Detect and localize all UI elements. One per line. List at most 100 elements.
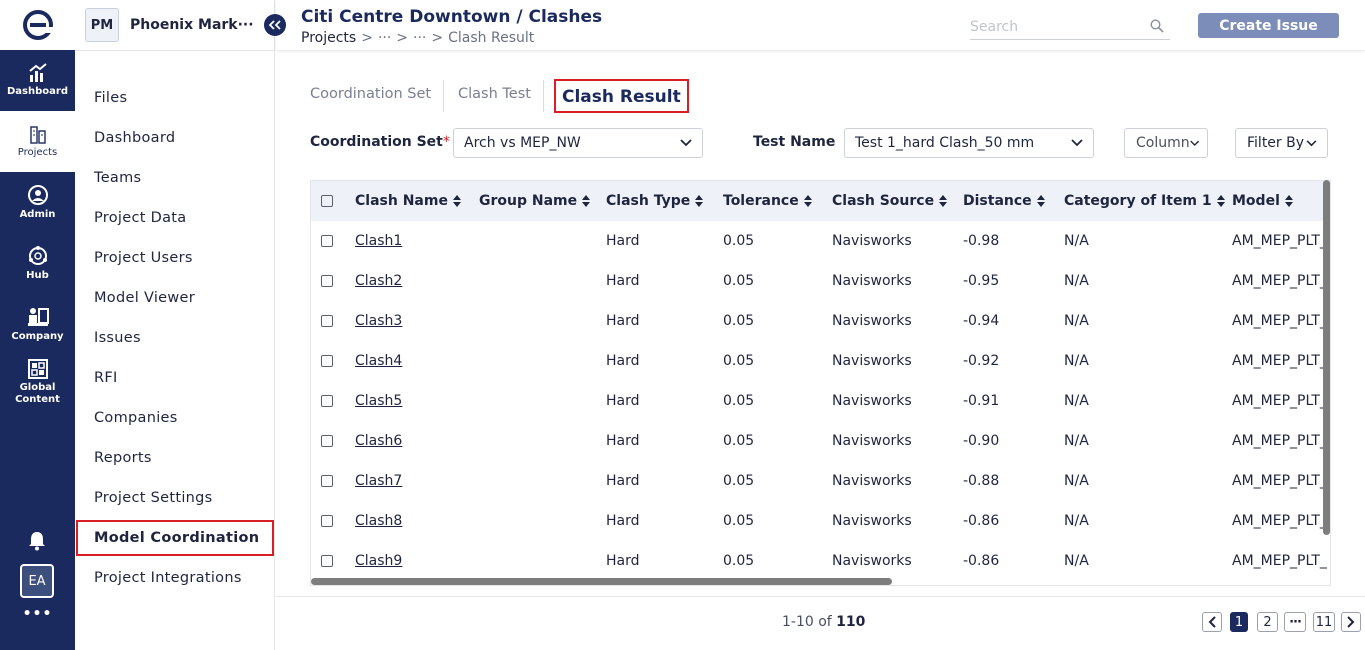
- table-row[interactable]: Clash4 Hard 0.05 Navisworks -0.92 N/A AM_MEP_P…: [311, 341, 1330, 381]
- clash-link[interactable]: Clash1: [355, 233, 402, 249]
- column-header-clash-source[interactable]: Clash Source: [832, 181, 963, 221]
- sort-icon[interactable]: [803, 195, 812, 207]
- tab-clash-test[interactable]: Clash Test: [458, 86, 531, 102]
- clash-link[interactable]: Clash4: [355, 353, 402, 369]
- more-icon[interactable]: •••: [0, 606, 75, 622]
- vertical-scrollbar[interactable]: [1323, 180, 1330, 535]
- sidebar-item-project-settings[interactable]: Project Settings: [76, 480, 274, 516]
- clash-link[interactable]: Clash9: [355, 553, 402, 569]
- sidebar-item-project-integrations[interactable]: Project Integrations: [76, 560, 274, 596]
- clash-source-cell: Navisworks: [832, 513, 912, 529]
- collapse-sidebar-button[interactable]: [264, 14, 286, 36]
- row-checkbox[interactable]: [321, 515, 333, 527]
- horizontal-scrollbar[interactable]: [311, 578, 892, 585]
- column-header-category-item-1[interactable]: Category of Item 1: [1064, 181, 1232, 221]
- clash-link[interactable]: Clash5: [355, 393, 402, 409]
- create-issue-button[interactable]: Create Issue: [1198, 13, 1339, 38]
- breadcrumb-ellipsis[interactable]: ···: [378, 30, 391, 46]
- rail-item-admin[interactable]: Admin: [0, 172, 75, 233]
- column-header-clash-name[interactable]: Clash Name: [355, 181, 479, 221]
- table-row[interactable]: Clash8 Hard 0.05 Navisworks -0.86 N/A AM_MEP_P…: [311, 501, 1330, 541]
- sidebar-item-model-viewer[interactable]: Model Viewer: [76, 280, 274, 316]
- sort-icon[interactable]: [1216, 195, 1225, 207]
- column-label: Group Name: [479, 193, 578, 209]
- rail-item-global-content[interactable]: Global Content: [0, 355, 75, 409]
- tab-coordination-set[interactable]: Coordination Set: [310, 86, 431, 102]
- row-checkbox[interactable]: [321, 355, 333, 367]
- sidebar-item-model-coordination[interactable]: Model Coordination: [76, 520, 274, 556]
- breadcrumb-projects[interactable]: Projects: [301, 30, 356, 46]
- row-checkbox[interactable]: [321, 475, 333, 487]
- breadcrumb-ellipsis[interactable]: ···: [413, 30, 426, 46]
- table-row[interactable]: Clash9 Hard 0.05 Navisworks -0.86 N/A AM_MEP_P…: [311, 541, 1330, 581]
- clash-link[interactable]: Clash3: [355, 313, 402, 329]
- row-checkbox[interactable]: [321, 435, 333, 447]
- columns-select[interactable]: Column: [1124, 128, 1208, 158]
- page-button-2[interactable]: 2: [1257, 612, 1278, 632]
- sidebar-item-rfi[interactable]: RFI: [76, 360, 274, 396]
- row-checkbox[interactable]: [321, 315, 333, 327]
- filter-by-select[interactable]: Filter By: [1235, 128, 1328, 158]
- page-button-1[interactable]: 1: [1230, 612, 1248, 632]
- column-header-tolerance[interactable]: Tolerance: [723, 181, 832, 221]
- clash-link[interactable]: Clash6: [355, 433, 402, 449]
- row-checkbox[interactable]: [321, 555, 333, 567]
- table-row[interactable]: Clash1 Hard 0.05 Navisworks -0.98 N/A AM_MEP_P…: [311, 221, 1330, 261]
- table-row[interactable]: Clash5 Hard 0.05 Navisworks -0.91 N/A AM_MEP_P…: [311, 381, 1330, 421]
- sidebar-item-issues[interactable]: Issues: [76, 320, 274, 356]
- sidebar-item-project-users[interactable]: Project Users: [76, 240, 274, 276]
- clash-link[interactable]: Clash7: [355, 473, 402, 489]
- sidebar-item-teams[interactable]: Teams: [76, 160, 274, 196]
- app-logo[interactable]: [0, 0, 75, 50]
- distance-cell: -0.95: [963, 273, 1000, 289]
- row-checkbox[interactable]: [321, 395, 333, 407]
- project-switcher[interactable]: PM Phoenix Mark···: [85, 8, 275, 42]
- row-checkbox[interactable]: [321, 275, 333, 287]
- sidebar-item-companies[interactable]: Companies: [76, 400, 274, 436]
- clash-type-cell: Hard: [606, 353, 640, 369]
- test-name-select[interactable]: Test 1_hard Clash_50 mm: [844, 128, 1094, 158]
- clash-type-cell: Hard: [606, 553, 640, 569]
- search-icon[interactable]: [1150, 19, 1164, 33]
- column-header-distance[interactable]: Distance: [963, 181, 1064, 221]
- page-button-11[interactable]: 11: [1313, 612, 1335, 632]
- clash-source-cell: Navisworks: [832, 353, 912, 369]
- clash-link[interactable]: Clash8: [355, 513, 402, 529]
- sort-icon[interactable]: [695, 195, 704, 207]
- prev-page-button[interactable]: [1202, 612, 1222, 632]
- coordination-set-select[interactable]: Arch vs MEP_NW: [453, 128, 703, 158]
- table-row[interactable]: Clash6 Hard 0.05 Navisworks -0.90 N/A AM_MEP_P…: [311, 421, 1330, 461]
- table-row[interactable]: Clash2 Hard 0.05 Navisworks -0.95 N/A AM_MEP_P…: [311, 261, 1330, 301]
- next-page-button[interactable]: [1341, 612, 1361, 632]
- logo-icon: [22, 10, 53, 40]
- rail-item-projects[interactable]: Projects: [0, 111, 75, 172]
- rail-item-hub[interactable]: Hub: [0, 233, 75, 294]
- clash-name-cell: Clash8: [355, 501, 479, 541]
- tab-clash-result[interactable]: Clash Result: [554, 79, 689, 113]
- column-header-group-name[interactable]: Group Name: [479, 181, 606, 221]
- sort-icon[interactable]: [1284, 195, 1293, 207]
- coordination-set-value: Arch vs MEP_NW: [464, 135, 581, 151]
- table-row[interactable]: Clash7 Hard 0.05 Navisworks -0.88 N/A AM_MEP_P…: [311, 461, 1330, 501]
- clash-link[interactable]: Clash2: [355, 273, 402, 289]
- sort-icon[interactable]: [939, 195, 948, 207]
- sort-icon[interactable]: [1036, 195, 1045, 207]
- search-input[interactable]: [970, 16, 1140, 35]
- sort-icon[interactable]: [452, 195, 461, 207]
- rail-item-company[interactable]: Company: [0, 294, 75, 355]
- sort-icon[interactable]: [582, 195, 591, 207]
- sidebar-item-dashboard[interactable]: Dashboard: [76, 120, 274, 156]
- avatar[interactable]: EA: [20, 564, 54, 598]
- rail-item-dashboard[interactable]: Dashboard: [0, 50, 75, 111]
- sidebar-item-reports[interactable]: Reports: [76, 440, 274, 476]
- row-checkbox[interactable]: [321, 235, 333, 247]
- page-ellipsis-button[interactable]: ···: [1284, 612, 1306, 632]
- sidebar-item-project-data[interactable]: Project Data: [76, 200, 274, 236]
- distance-cell: -0.94: [963, 313, 1000, 329]
- bell-icon[interactable]: [28, 531, 46, 551]
- sidebar-item-files[interactable]: Files: [76, 80, 274, 116]
- select-all-checkbox[interactable]: [321, 195, 333, 207]
- table-row[interactable]: Clash3 Hard 0.05 Navisworks -0.94 N/A AM_MEP_P…: [311, 301, 1330, 341]
- column-header-clash-type[interactable]: Clash Type: [606, 181, 723, 221]
- column-header-model[interactable]: Model: [1232, 181, 1330, 221]
